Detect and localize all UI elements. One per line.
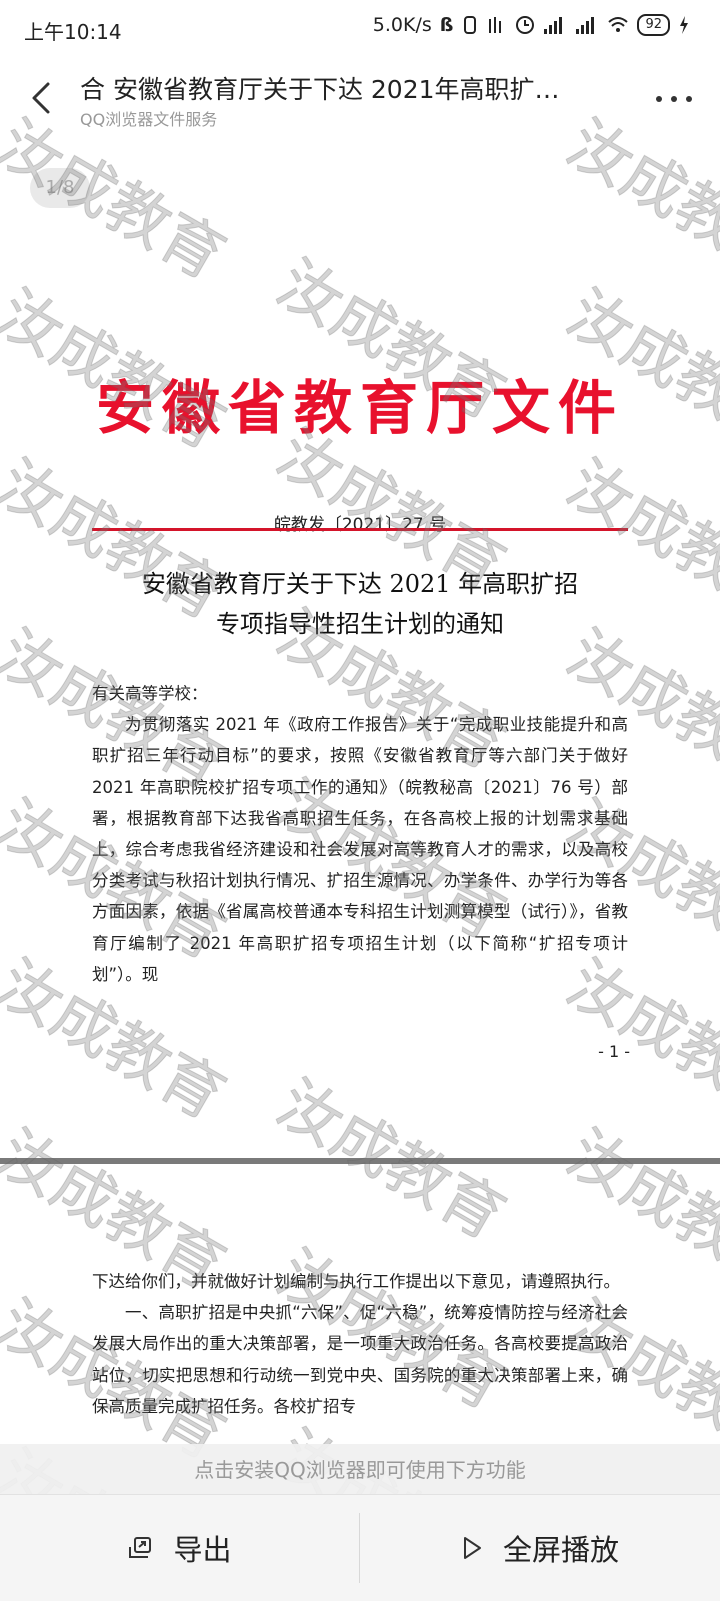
- fullscreen-play-label: 全屏播放: [502, 1533, 619, 1567]
- paragraph-2: 一、高职扩招是中央抓“六保”、促“六稳”，统筹疫情防控与经济社会发展大局作出的重…: [92, 1303, 628, 1416]
- alarm-icon: [516, 16, 535, 34]
- status-time: 上午10:14: [24, 20, 122, 44]
- page-number: - 1 -: [598, 1042, 630, 1061]
- signal-bars-icon: [489, 17, 502, 33]
- red-divider: [92, 528, 628, 531]
- document-number: 皖教发〔2021〕27 号: [273, 515, 447, 535]
- bluetooth-icon: ß: [439, 14, 454, 36]
- title-bar: 合 安徽省教育厅关于下达 2021年高职扩… QQ浏览器文件服务: [0, 56, 720, 136]
- export-label: 导出: [173, 1533, 232, 1567]
- export-icon: [129, 1537, 152, 1558]
- salutation: 有关高等学校：: [92, 684, 208, 703]
- vibrate-icon: [464, 16, 477, 34]
- page-separator: [0, 1158, 720, 1164]
- page-indicator: 1/8: [30, 168, 90, 208]
- notice-title-line1: 安徽省教育厅关于下达 2021 年高职扩招: [141, 570, 579, 598]
- play-icon: [463, 1537, 481, 1559]
- back-icon[interactable]: [26, 78, 62, 118]
- cellular-signal-icon: [544, 17, 563, 34]
- document-source: QQ浏览器文件服务: [80, 110, 218, 129]
- red-letterhead: 安徽省教育厅文件: [95, 374, 624, 442]
- notice-title: 安徽省教育厅关于下达 2021 年高职扩招 专项指导性招生计划的通知: [90, 564, 630, 644]
- document-title: 合 安徽省教育厅关于下达 2021年高职扩…: [80, 75, 560, 104]
- page1-body: 有关高等学校： 为贯彻落实 2021 年《政府工作报告》关于“完成职业技能提升和…: [92, 678, 628, 990]
- install-hint[interactable]: 点击安装QQ浏览器即可使用下方功能: [0, 1454, 720, 1483]
- status-icons: 5.0K/s ß 92: [373, 14, 690, 36]
- wifi-icon: [608, 17, 629, 32]
- paragraph-1: 为贯彻落实 2021 年《政府工作报告》关于“完成职业技能提升和高职扩招三年行动…: [92, 715, 628, 984]
- more-options-icon[interactable]: [654, 94, 694, 104]
- status-bar: 上午10:14 5.0K/s ß 92: [0, 0, 720, 56]
- page2-body: 下达给你们，并就做好计划编制与执行工作提出以下意见，请遵照执行。 一、高职扩招是…: [92, 1266, 628, 1422]
- bottom-action-bar: 导出 全屏播放: [0, 1494, 720, 1601]
- battery-level: 92: [637, 14, 670, 36]
- paragraph-continuation: 下达给你们，并就做好计划编制与执行工作提出以下意见，请遵照执行。: [92, 1272, 620, 1291]
- export-button[interactable]: 导出: [0, 1495, 359, 1601]
- network-speed: 5.0K/s: [372, 14, 432, 36]
- document-viewer[interactable]: 安徽省教育厅文件 皖教发〔2021〕27 号 安徽省教育厅关于下达 2021 年…: [0, 136, 720, 1588]
- fullscreen-play-button[interactable]: 全屏播放: [360, 1495, 720, 1601]
- cellular-signal-2-icon: [576, 17, 595, 34]
- charging-icon: [680, 16, 688, 34]
- notice-title-line2: 专项指导性招生计划的通知: [216, 610, 504, 638]
